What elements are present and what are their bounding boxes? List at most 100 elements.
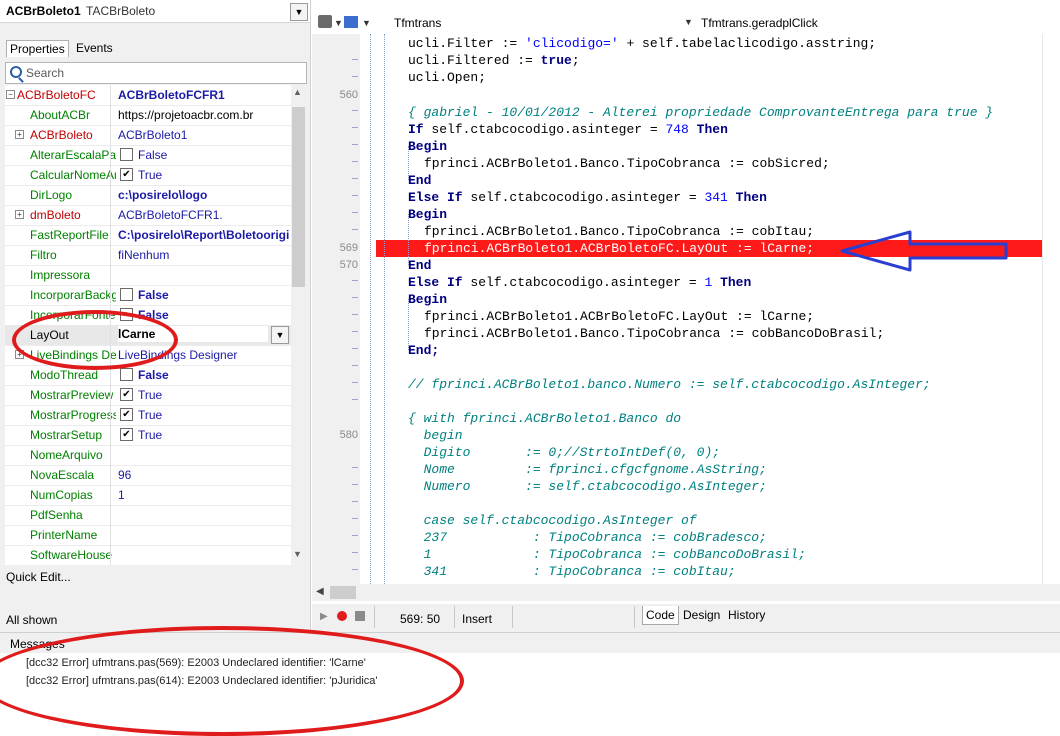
editor-horizontal-scrollbar[interactable]: ◀ — [312, 584, 1060, 601]
grid-divider[interactable] — [110, 85, 111, 565]
code-comment: { with fprinci.ACBrBoleto1.Banco do — [408, 411, 682, 426]
property-row[interactable]: CalcularNomeArquivo ✔ True — [5, 165, 291, 186]
gutter-mark — [352, 229, 358, 230]
code-comment: 341 : TipoCobranca := cobItau; — [408, 564, 736, 579]
property-row[interactable]: FastReportFile C:\posirelo\Report\Boleto… — [5, 225, 291, 246]
scrollbar-thumb[interactable] — [292, 107, 305, 287]
property-row-layout[interactable]: › LayOut lCarne ▼ — [5, 325, 291, 346]
code-line: Begin — [408, 292, 448, 307]
property-row[interactable]: + LiveBindings Designer LiveBindings Des… — [5, 345, 291, 366]
tab-history[interactable]: History — [725, 606, 768, 624]
scrollbar-thumb[interactable] — [330, 586, 356, 599]
property-value[interactable]: C:\posirelo\Report\Boletoorigi — [118, 228, 290, 242]
window-icon[interactable] — [344, 16, 358, 28]
property-row[interactable]: NumCopias 1 — [5, 485, 291, 506]
line-number: 560 — [339, 89, 358, 101]
checkbox-checked-icon[interactable]: ✔ — [120, 388, 133, 401]
checkbox-unchecked[interactable] — [120, 308, 133, 321]
code-comment: begin — [408, 428, 463, 443]
chevron-down-icon[interactable]: ▼ — [362, 18, 371, 28]
property-row[interactable]: PrinterName — [5, 525, 291, 546]
collapse-icon[interactable]: − — [6, 90, 15, 99]
property-row[interactable]: MostrarProgresso ✔ True — [5, 405, 291, 426]
property-row[interactable]: ModoThread False — [5, 365, 291, 386]
property-name: DirLogo — [30, 188, 73, 202]
code-editor[interactable]: ucli.Filter := 'clicodigo=' + self.tabel… — [360, 34, 1042, 584]
tab-events[interactable]: Events — [73, 40, 116, 56]
tab-code[interactable]: Code — [642, 606, 679, 625]
expand-icon[interactable]: + — [15, 210, 24, 219]
checkbox-unchecked[interactable] — [120, 288, 133, 301]
property-value[interactable]: 96 — [118, 468, 290, 482]
error-message[interactable]: [dcc32 Error] ufmtrans.pas(569): E2003 U… — [26, 657, 366, 669]
checkbox-checked-icon[interactable]: ✔ — [120, 408, 133, 421]
expand-icon[interactable]: + — [15, 350, 24, 359]
chevron-down-icon[interactable]: ▼ — [684, 17, 693, 27]
property-value[interactable]: lCarne — [118, 326, 268, 342]
property-value[interactable]: LiveBindings Designer — [118, 348, 290, 362]
tab-properties[interactable]: Properties — [6, 40, 69, 57]
gutter-mark — [352, 297, 358, 298]
property-value: True — [138, 388, 163, 402]
property-row[interactable]: IncorporarFontes False — [5, 305, 291, 326]
property-value[interactable]: https://projetoacbr.com.br — [118, 108, 290, 122]
property-row[interactable]: Impressora — [5, 265, 291, 286]
record-macro-icon[interactable] — [337, 611, 347, 621]
error-message[interactable]: [dcc32 Error] ufmtrans.pas(614): E2003 U… — [26, 675, 377, 687]
code-line: ucli.Filter := 'clicodigo=' + self.tabel… — [408, 36, 877, 51]
method-selector[interactable]: Tfmtrans.geradplClick — [701, 16, 818, 30]
play-macro-icon[interactable]: ▶ — [320, 611, 328, 622]
property-value[interactable]: ACBrBoleto1 — [118, 128, 290, 142]
tab-design[interactable]: Design — [680, 606, 723, 624]
property-row[interactable]: − ACBrBoletoFC ACBrBoletoFCFR1 — [5, 85, 291, 106]
gutter-mark — [352, 382, 358, 383]
object-inspector: ACBrBoleto1 TACBrBoleto ▼ Properties Eve… — [0, 0, 311, 632]
checkbox-unchecked[interactable] — [120, 148, 133, 161]
checkbox-checked-icon[interactable]: ✔ — [120, 168, 133, 181]
property-row[interactable]: IncorporarBackground False — [5, 285, 291, 306]
property-value: True — [138, 168, 163, 182]
chevron-down-icon[interactable]: ▼ — [334, 18, 343, 28]
tool-palette-icon[interactable] — [318, 15, 332, 28]
property-row[interactable]: Filtro fiNenhum — [5, 245, 291, 266]
property-value[interactable]: ACBrBoletoFCFR1 — [118, 88, 290, 102]
property-row[interactable]: + dmBoleto ACBrBoletoFCFR1. — [5, 205, 291, 226]
scroll-down-icon[interactable]: ▼ — [293, 549, 302, 559]
property-row[interactable]: AboutACBr https://projetoacbr.com.br — [5, 105, 291, 126]
property-row[interactable]: PdfSenha — [5, 505, 291, 526]
property-name: MostrarProgresso — [30, 408, 116, 422]
property-row[interactable]: AlterarEscalaPadrao False — [5, 145, 291, 166]
property-row[interactable]: SoftwareHouse — [5, 545, 291, 565]
property-value[interactable]: ACBrBoletoFCFR1. — [118, 208, 290, 222]
stop-macro-icon[interactable] — [355, 611, 365, 621]
checkbox-unchecked[interactable] — [120, 368, 133, 381]
expand-icon[interactable]: + — [15, 130, 24, 139]
chevron-down-icon[interactable]: ▼ — [271, 326, 289, 344]
gutter-mark — [352, 552, 358, 553]
property-value: True — [138, 428, 163, 442]
checkbox-checked-icon[interactable]: ✔ — [120, 428, 133, 441]
code-line: fprinci.ACBrBoleto1.Banco.TipoCobranca :… — [424, 224, 815, 239]
filter-status[interactable]: All shown — [6, 613, 57, 627]
insert-mode: Insert — [462, 612, 493, 626]
property-row[interactable]: DirLogo c:\posirelo\logo — [5, 185, 291, 206]
component-selector[interactable]: ACBrBoleto1 TACBrBoleto ▼ — [0, 0, 310, 23]
editor-vertical-scrollbar[interactable] — [1042, 34, 1060, 584]
property-row[interactable]: NomeArquivo — [5, 445, 291, 466]
property-row[interactable]: MostrarSetup ✔ True — [5, 425, 291, 446]
property-value[interactable]: c:\posirelo\logo — [118, 188, 290, 202]
property-value[interactable]: fiNenhum — [118, 248, 290, 262]
line-number-gutter[interactable]: 560 569 570 580 — [312, 34, 360, 584]
scroll-up-icon[interactable]: ▲ — [293, 87, 302, 97]
scroll-left-icon[interactable]: ◀ — [316, 586, 324, 597]
chevron-down-icon[interactable]: ▼ — [290, 3, 308, 21]
property-value: True — [138, 408, 163, 422]
unit-selector[interactable]: Tfmtrans — [394, 16, 441, 30]
property-row[interactable]: MostrarPreview ✔ True — [5, 385, 291, 406]
property-row[interactable]: NovaEscala 96 — [5, 465, 291, 486]
search-input[interactable]: Search — [5, 62, 307, 84]
property-row[interactable]: + ACBrBoleto ACBrBoleto1 — [5, 125, 291, 146]
property-value[interactable]: 1 — [118, 488, 290, 502]
quick-edit-link[interactable]: Quick Edit... — [6, 570, 71, 584]
gutter-mark — [352, 399, 358, 400]
